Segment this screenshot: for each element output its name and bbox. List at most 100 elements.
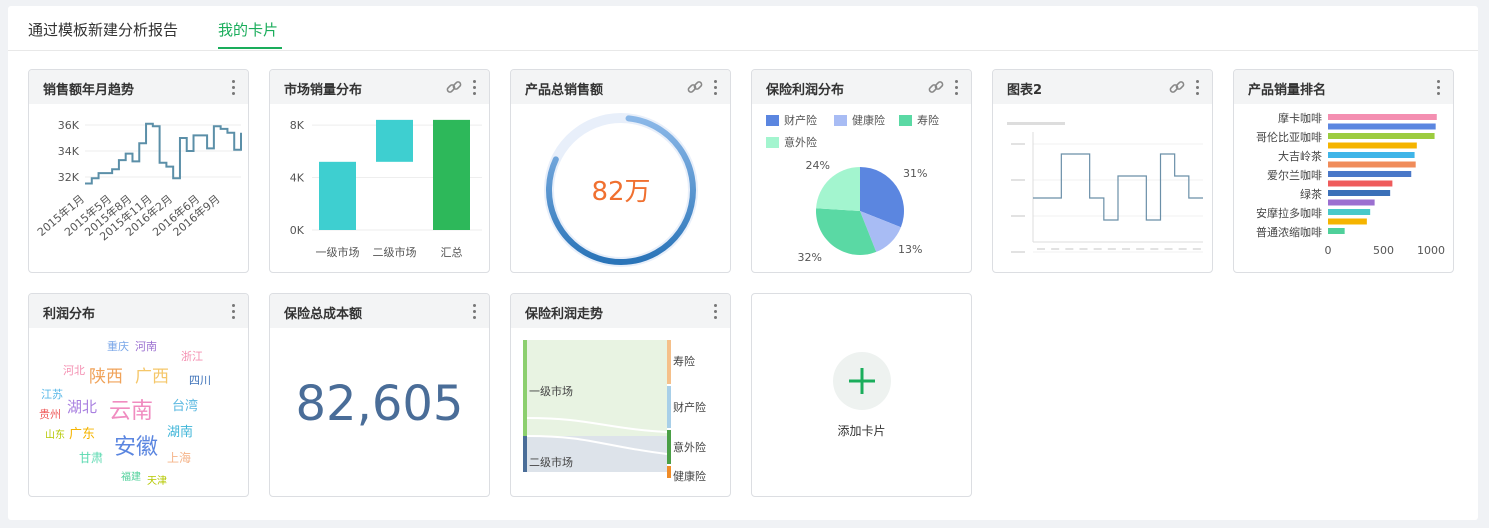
card-body: 财产险 健康险 寿险 意外险 31% 13% 32% 24% <box>752 104 971 272</box>
source-node-0 <box>523 340 527 436</box>
target-node-0 <box>667 340 671 384</box>
more-menu-icon[interactable] <box>709 302 723 320</box>
word: 天津 <box>147 475 167 487</box>
mini-tick <box>1192 248 1201 250</box>
card-header: 图表2 <box>993 70 1212 104</box>
x-tick-label: 二级市场 <box>373 245 417 259</box>
mini-tick <box>1051 248 1060 250</box>
mini-tick <box>1136 248 1145 250</box>
more-menu-icon[interactable] <box>950 78 964 96</box>
card-body <box>993 104 1212 272</box>
mini-tick <box>1011 143 1025 145</box>
mini-tick <box>1011 251 1025 253</box>
legend-label: 健康险 <box>852 113 885 127</box>
insurance-cost-value: 82,605 <box>295 376 464 432</box>
category-label: 摩卡咖啡 <box>1278 111 1322 125</box>
word: 甘肃 <box>79 451 103 465</box>
link-icon[interactable] <box>1168 78 1186 96</box>
card-profit-dist[interactable]: 利润分布 重庆 河南 浙江 河北 陕西 广西 四川 江苏 湖北 云南 台湾 贵州 山东 广东 安徽 湖南 甘肃 上… <box>28 293 249 497</box>
card-body: 82,605 <box>270 328 489 496</box>
target-label: 健康险 <box>673 469 706 483</box>
bar-0 <box>319 161 356 230</box>
more-menu-icon[interactable] <box>468 78 482 96</box>
add-card-button[interactable] <box>833 352 891 410</box>
target-label: 意外险 <box>673 440 706 454</box>
word: 云南 <box>109 399 153 424</box>
mini-tick <box>1122 248 1130 250</box>
step-line <box>1033 153 1203 221</box>
rank-bar-12 <box>1328 228 1345 234</box>
card-title: 图表2 <box>1007 83 1043 98</box>
target-label: 财产险 <box>673 400 706 414</box>
legend-swatch-2 <box>899 115 912 126</box>
card-market-volume[interactable]: 市场销量分布 0K 4K 8K 一级市场 二级市场 汇总 <box>269 69 490 273</box>
card-header: 利润分布 <box>29 294 248 328</box>
word: 湖北 <box>67 398 97 416</box>
market-volume-chart: 0K 4K 8K 一级市场 二级市场 汇总 <box>290 119 482 259</box>
gauge-value: 82万 <box>591 177 650 207</box>
source-node-1 <box>523 436 527 472</box>
word: 河南 <box>135 340 157 353</box>
category-label: 哥伦比亚咖啡 <box>1256 130 1322 144</box>
insurance-profit-pie: 财产险 健康险 寿险意外险 31% 13% 32% 24% <box>766 113 939 264</box>
word: 山东 <box>45 428 65 441</box>
link-icon[interactable] <box>686 78 704 96</box>
mini-tick <box>1011 215 1025 217</box>
card-sales-trend[interactable]: 销售额年月趋势 32K 34K 36K 2015年1月 2015年5月 2015年8月 20… <box>28 69 249 273</box>
tab-template-report[interactable]: 通过模板新建分析报告 <box>28 19 178 40</box>
card-body: 摩卡咖啡 哥伦比亚咖啡 大吉岭茶 爱尔兰咖啡 绿茶 安摩拉多咖啡 普通浓缩咖啡 0 500 100… <box>1234 104 1453 272</box>
card-header: 保险利润走势 <box>511 294 730 328</box>
card-header: 销售额年月趋势 <box>29 70 248 104</box>
card-insurance-profit[interactable]: 保险利润分布 财产险 健康险 寿险 意外险 31% 13% 32% 24% <box>751 69 972 273</box>
mini-tick <box>1065 248 1074 250</box>
card-title: 保险利润分布 <box>766 83 845 98</box>
card-title: 利润分布 <box>43 307 96 322</box>
card-insurance-trend[interactable]: 保险利润走势 一级市场 二级市场 寿险 财产险 意外险 健康险 <box>510 293 731 497</box>
legend-swatch-1 <box>834 115 847 126</box>
card-product-rank[interactable]: 产品销量排名 摩卡咖啡 哥伦比亚咖啡 大吉岭茶 爱尔兰咖啡 绿茶 安摩拉多咖啡 普通浓缩咖啡… <box>1233 69 1454 273</box>
card-add[interactable]: 添加卡片 <box>751 293 972 497</box>
legend-swatch-0 <box>766 115 779 126</box>
card-header: 保险总成本额 <box>270 294 489 328</box>
card-insurance-cost[interactable]: 保险总成本额 82,605 <box>269 293 490 497</box>
card-product-total[interactable]: 产品总销售额 82万 <box>510 69 731 273</box>
more-menu-icon[interactable] <box>468 302 482 320</box>
word: 福建 <box>121 470 141 483</box>
more-menu-icon[interactable] <box>709 78 723 96</box>
tab-my-cards[interactable]: 我的卡片 <box>218 19 278 40</box>
card-title: 产品总销售额 <box>525 83 604 98</box>
product-rank-chart: 摩卡咖啡哥伦比亚咖啡大吉岭茶爱尔兰咖啡绿茶安摩拉多咖啡普通浓缩咖啡0 500 100… <box>1256 111 1445 257</box>
more-menu-icon[interactable] <box>1432 78 1446 96</box>
card-header: 产品总销售额 <box>511 70 730 104</box>
legend-label: 意外险 <box>784 135 817 149</box>
word: 湖南 <box>167 424 193 440</box>
card-title: 产品销量排名 <box>1248 83 1327 98</box>
word: 四川 <box>189 374 211 387</box>
y-tick-label: 8K <box>290 119 305 132</box>
word: 广西 <box>135 367 169 387</box>
mini-tick <box>1093 248 1102 250</box>
x-tick-label: 汇总 <box>441 245 463 259</box>
legend-swatch-3 <box>766 137 779 148</box>
card-body: 重庆 河南 浙江 河北 陕西 广西 四川 江苏 湖北 云南 台湾 贵州 山东 广东 安徽 湖南 甘肃 上海 福建 天津 <box>29 328 248 496</box>
link-icon[interactable] <box>927 78 945 96</box>
product-total-gauge: 82万 <box>544 113 698 267</box>
category-label: 安摩拉多咖啡 <box>1256 206 1322 220</box>
add-card-label: 添加卡片 <box>837 424 886 438</box>
mini-tick <box>1011 179 1025 181</box>
y-tick-label: 4K <box>290 172 305 185</box>
slice-label: 32% <box>798 251 822 264</box>
more-menu-icon[interactable] <box>227 302 241 320</box>
word: 台湾 <box>172 398 198 414</box>
y-tick-label: 0K <box>290 224 305 237</box>
more-menu-icon[interactable] <box>1191 78 1205 96</box>
rank-bar-7 <box>1328 180 1393 187</box>
more-menu-icon[interactable] <box>227 78 241 96</box>
card-header: 保险利润分布 <box>752 70 971 104</box>
mini-tick <box>1150 248 1159 250</box>
slice-label: 24% <box>806 159 830 172</box>
card-chart2[interactable]: 图表2 <box>992 69 1213 273</box>
plus-icon <box>849 368 875 394</box>
word: 江苏 <box>41 388 63 401</box>
link-icon[interactable] <box>445 78 463 96</box>
